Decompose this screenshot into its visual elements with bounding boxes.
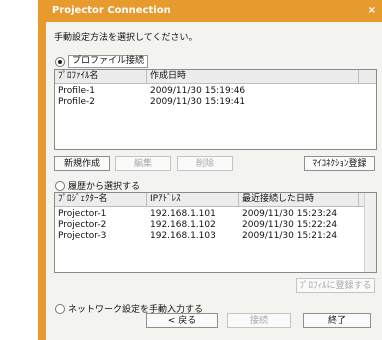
history-row-2-date[interactable]: 2009/11/30 15:22:24 [239, 220, 337, 231]
new-profile-button[interactable]: 新規作成 [54, 156, 110, 171]
history-table-scrollbar[interactable] [364, 193, 376, 272]
history-radio[interactable] [55, 181, 65, 191]
profile-row-2-date[interactable]: 2009/11/30 15:19:41 [147, 97, 245, 108]
history-row-1-date[interactable]: 2009/11/30 15:23:24 [239, 209, 337, 220]
profile-table: ﾌﾟﾛﾌｧｲﾙ名 作成日時 Profile-1 2009/11/30 15:19… [54, 69, 377, 150]
history-row-3-ip[interactable]: 192.168.1.103 [147, 231, 216, 242]
back-button[interactable]: < 戻る [146, 313, 218, 328]
manual-input-radio[interactable] [55, 304, 65, 314]
history-table-header: ﾌﾟﾛｼﾞｪｸﾀｰ名 IPｱﾄﾞﾚｽ 最近接続した日時 [55, 193, 376, 207]
profile-table-header: ﾌﾟﾛﾌｧｲﾙ名 作成日時 [55, 70, 376, 84]
history-row-2-ip[interactable]: 192.168.1.102 [147, 220, 216, 231]
delete-profile-button[interactable]: 削除 [177, 156, 233, 171]
edit-profile-button[interactable]: 編集 [115, 156, 171, 171]
column-header-last-connected[interactable]: 最近接続した日時 [239, 193, 359, 206]
connect-button[interactable]: 接続 [227, 313, 291, 328]
exit-button[interactable]: 終了 [303, 313, 371, 328]
column-header-profile-name[interactable]: ﾌﾟﾛﾌｧｲﾙ名 [55, 70, 147, 83]
profile-row-1-name[interactable]: Profile-1 [55, 86, 95, 97]
profile-row-2-name[interactable]: Profile-2 [55, 97, 95, 108]
projector-connection-window: Projector Connection × 手動設定方法を選択してください。 … [38, 0, 382, 340]
my-connection-register-button[interactable]: ﾏｲｺﾈｸｼｮﾝ登録 [304, 156, 375, 171]
history-row-1-name[interactable]: Projector-1 [55, 209, 106, 220]
title-bar: Projector Connection × [38, 0, 382, 22]
profile-row-1-date[interactable]: 2009/11/30 15:19:46 [147, 86, 245, 97]
instruction-text: 手動設定方法を選択してください。 [54, 33, 198, 43]
column-header-ip-address[interactable]: IPｱﾄﾞﾚｽ [147, 193, 239, 206]
column-header-created[interactable]: 作成日時 [147, 70, 359, 83]
history-row-2-name[interactable]: Projector-2 [55, 220, 106, 231]
history-table: ﾌﾟﾛｼﾞｪｸﾀｰ名 IPｱﾄﾞﾚｽ 最近接続した日時 Projector-1 … [54, 192, 377, 273]
history-row-3-name[interactable]: Projector-3 [55, 231, 106, 242]
register-to-profile-button[interactable]: ﾌﾟﾛﾌｨﾙに登録する [296, 278, 375, 293]
column-header-projector-name[interactable]: ﾌﾟﾛｼﾞｪｸﾀｰ名 [55, 193, 147, 206]
profile-option-label[interactable]: プロファイル接続 [68, 55, 149, 68]
history-option-label[interactable]: 履歴から選択する [68, 179, 140, 192]
close-icon[interactable]: × [368, 5, 376, 16]
window-title: Projector Connection [52, 5, 171, 16]
profile-radio[interactable] [55, 57, 65, 67]
dialog-body: 手動設定方法を選択してください。 プロファイル接続 ﾌﾟﾛﾌｧｲﾙ名 作成日時 … [46, 22, 382, 340]
history-row-3-date[interactable]: 2009/11/30 15:21:24 [239, 231, 337, 242]
history-row-1-ip[interactable]: 192.168.1.101 [147, 209, 216, 220]
